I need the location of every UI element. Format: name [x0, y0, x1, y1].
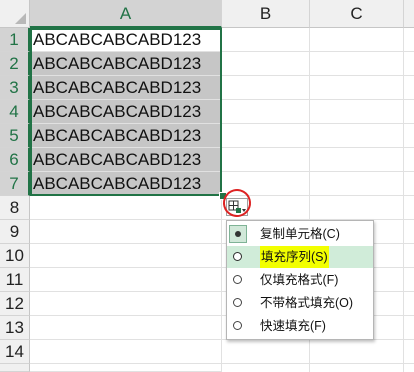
- row-header-5[interactable]: 5: [0, 124, 30, 148]
- column-header-b[interactable]: B: [222, 0, 310, 28]
- cell-a15[interactable]: [30, 364, 222, 372]
- spreadsheet-grid: A B C 1 2 3 4 5 6 7 8 9 10 11 12 13 14 A…: [0, 0, 414, 372]
- menu-item-flash-fill[interactable]: 快速填充(F): [227, 315, 373, 337]
- row-header-14[interactable]: 14: [0, 340, 30, 364]
- menu-item-label: 复制单元格(C): [260, 227, 340, 241]
- radio-icon: [233, 298, 242, 307]
- cell-a6[interactable]: ABCABCABCABD123: [30, 148, 222, 172]
- menu-item-fill-series[interactable]: 填充序列(S): [227, 246, 373, 268]
- cell-a13[interactable]: [30, 316, 222, 340]
- row-header-9[interactable]: 9: [0, 220, 30, 244]
- row-header-15[interactable]: [0, 364, 30, 372]
- cell-a14[interactable]: [30, 340, 222, 364]
- row-header-8[interactable]: 8: [0, 196, 30, 220]
- cell-a10[interactable]: [30, 244, 222, 268]
- row-header-13[interactable]: 13: [0, 316, 30, 340]
- menu-item-fill-formatting-only[interactable]: 仅填充格式(F): [227, 269, 373, 291]
- column-header-a[interactable]: A: [30, 0, 222, 28]
- select-all-corner[interactable]: [0, 0, 30, 28]
- cell-a12[interactable]: [30, 292, 222, 316]
- cell-a9[interactable]: [30, 220, 222, 244]
- row-header-10[interactable]: 10: [0, 244, 30, 268]
- selected-radio-icon: [229, 225, 247, 243]
- cell-a8[interactable]: [30, 196, 222, 220]
- cell-a1[interactable]: ABCABCABCABD123: [30, 28, 222, 52]
- menu-item-label: 填充序列(S): [260, 246, 329, 268]
- menu-item-label: 仅填充格式(F): [260, 273, 339, 287]
- cell-a11[interactable]: [30, 268, 222, 292]
- row-header-6[interactable]: 6: [0, 148, 30, 172]
- auto-fill-options-menu: 复制单元格(C) 填充序列(S) 仅填充格式(F) 不带格式填充(O) 快速填充…: [226, 220, 374, 340]
- cell-a3[interactable]: ABCABCABCABD123: [30, 76, 222, 100]
- row-header-11[interactable]: 11: [0, 268, 30, 292]
- cell-a5[interactable]: ABCABCABCABD123: [30, 124, 222, 148]
- radio-icon: [233, 321, 242, 330]
- radio-icon: [233, 252, 242, 261]
- row-header-12[interactable]: 12: [0, 292, 30, 316]
- row-header-2[interactable]: 2: [0, 52, 30, 76]
- column-header-d-partial[interactable]: [404, 0, 414, 28]
- column-header-c[interactable]: C: [310, 0, 404, 28]
- menu-item-fill-without-formatting[interactable]: 不带格式填充(O): [227, 292, 373, 314]
- radio-icon: [233, 275, 242, 284]
- cell-a4[interactable]: ABCABCABCABD123: [30, 100, 222, 124]
- cell-a7[interactable]: ABCABCABCABD123: [30, 172, 222, 196]
- menu-item-label: 快速填充(F): [260, 319, 326, 333]
- menu-item-label: 不带格式填充(O): [260, 296, 354, 310]
- cell-a2[interactable]: ABCABCABCABD123: [30, 52, 222, 76]
- row-header-3[interactable]: 3: [0, 76, 30, 100]
- row-header-4[interactable]: 4: [0, 100, 30, 124]
- row-header-1[interactable]: 1: [0, 28, 30, 52]
- row-header-7[interactable]: 7: [0, 172, 30, 196]
- menu-item-copy-cells[interactable]: 复制单元格(C): [227, 223, 373, 245]
